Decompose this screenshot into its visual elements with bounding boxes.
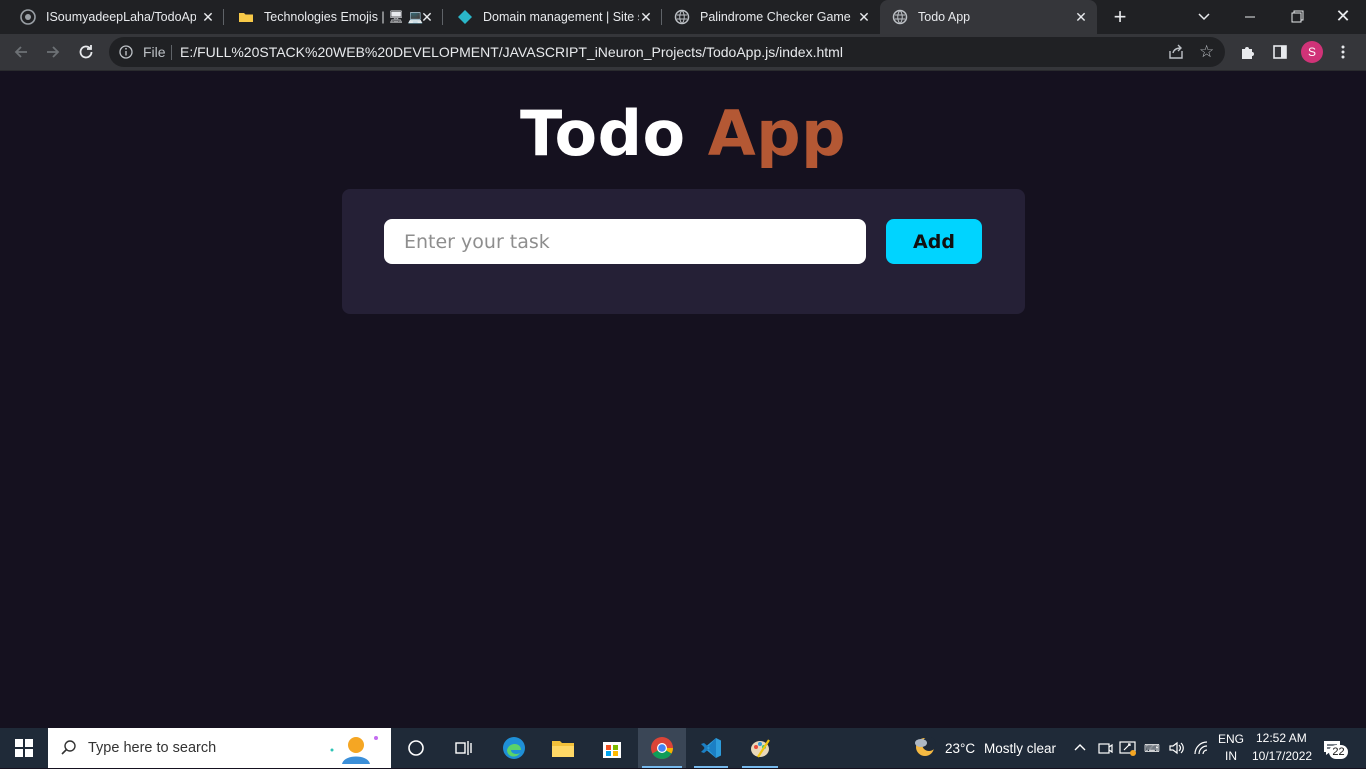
- tab-github[interactable]: ISoumyadeepLaha/TodoApp ✕: [0, 0, 224, 34]
- input-method-icon[interactable]: ⌨: [1143, 739, 1163, 757]
- tab-technologies-emojis[interactable]: Technologies Emojis | 🖥 💻 📱 ✕: [224, 0, 443, 34]
- windows-taskbar: Type here to search 23°C Mostly clear ⌨ …: [0, 728, 1366, 768]
- address-bar[interactable]: File E:/FULL%20STACK%20WEB%20DEVELOPMENT…: [109, 37, 1225, 67]
- tab-title: Palindrome Checker Game: [700, 10, 851, 24]
- info-icon[interactable]: [119, 45, 133, 59]
- tab-palindrome-checker[interactable]: Palindrome Checker Game ✕: [662, 0, 880, 34]
- edge-browser-icon[interactable]: [494, 728, 534, 768]
- weather-condition[interactable]: Mostly clear: [984, 741, 1056, 756]
- weather-temperature[interactable]: 23°C: [945, 741, 975, 756]
- restore-window-icon[interactable]: [1287, 8, 1307, 26]
- profile-avatar[interactable]: S: [1300, 40, 1324, 64]
- folder-icon: [238, 9, 254, 25]
- close-tab-icon[interactable]: ✕: [419, 9, 435, 25]
- tab-title: ISoumyadeepLaha/TodoApp: [46, 10, 196, 24]
- clock-time[interactable]: 12:52 AM: [1256, 731, 1307, 745]
- avatar: S: [1301, 41, 1323, 63]
- tab-title: Todo App: [918, 10, 971, 24]
- task-input[interactable]: [384, 219, 866, 264]
- meet-now-icon[interactable]: [1097, 740, 1113, 756]
- minimize-window-icon[interactable]: [1240, 8, 1260, 26]
- tab-title: Domain management | Site s: [483, 10, 639, 24]
- close-tab-icon[interactable]: ✕: [856, 9, 872, 25]
- back-arrow-icon[interactable]: [9, 40, 33, 64]
- weather-moon-cloud-icon[interactable]: [912, 735, 938, 761]
- browser-toolbar: File E:/FULL%20STACK%20WEB%20DEVELOPMENT…: [0, 34, 1366, 71]
- browser-tab-strip: ISoumyadeepLaha/TodoApp ✕ Technologies E…: [0, 0, 1366, 34]
- close-tab-icon[interactable]: ✕: [200, 9, 216, 25]
- clock-date[interactable]: 10/17/2022: [1252, 749, 1312, 763]
- battery-saver-icon[interactable]: [1119, 739, 1139, 757]
- windows-start-icon[interactable]: [0, 728, 48, 768]
- cortana-icon[interactable]: [396, 728, 436, 768]
- close-tab-icon[interactable]: ✕: [1073, 9, 1089, 25]
- page-title: Todo App: [0, 97, 1366, 170]
- address-divider: [171, 45, 172, 60]
- paint-app-icon[interactable]: [738, 728, 782, 768]
- microsoft-store-icon[interactable]: [592, 728, 632, 768]
- reload-icon[interactable]: [74, 40, 98, 64]
- url-text[interactable]: E:/FULL%20STACK%20WEB%20DEVELOPMENT/JAVA…: [180, 44, 843, 60]
- close-window-icon[interactable]: ✕: [1333, 6, 1353, 26]
- notification-center-icon[interactable]: 22: [1322, 738, 1348, 760]
- vscode-icon[interactable]: [688, 728, 734, 768]
- title-word-todo: Todo: [520, 97, 686, 170]
- globe-icon: [892, 9, 908, 25]
- forward-arrow-icon[interactable]: [41, 40, 65, 64]
- language-line2[interactable]: IN: [1225, 749, 1237, 763]
- todo-card: Add: [342, 189, 1025, 314]
- extensions-puzzle-icon[interactable]: [1236, 40, 1260, 64]
- tab-search-chevron-icon[interactable]: [1195, 9, 1213, 25]
- notification-count-badge: 22: [1329, 745, 1348, 759]
- show-hidden-icons-chevron-icon[interactable]: [1072, 740, 1088, 756]
- bookmark-star-icon[interactable]: ☆: [1199, 43, 1217, 61]
- tab-domain-management[interactable]: Domain management | Site s ✕: [443, 0, 662, 34]
- tab-title: Technologies Emojis | 🖥 💻 📱: [264, 9, 424, 24]
- chrome-icon[interactable]: [638, 728, 686, 768]
- search-highlight-illustration-icon: [326, 732, 382, 764]
- language-line1[interactable]: ENG: [1218, 732, 1244, 746]
- diamond-icon: [457, 9, 473, 25]
- globe-icon: [674, 9, 690, 25]
- taskbar-search-box[interactable]: Type here to search: [48, 728, 391, 768]
- new-tab-button[interactable]: +: [1108, 4, 1132, 29]
- tab-todo-app[interactable]: Todo App ✕: [880, 0, 1097, 34]
- wifi-network-icon[interactable]: [1193, 740, 1211, 756]
- close-tab-icon[interactable]: ✕: [638, 9, 654, 25]
- side-panel-icon[interactable]: [1268, 40, 1292, 64]
- share-icon[interactable]: [1167, 44, 1185, 60]
- scheme-label: File: [143, 44, 166, 60]
- title-word-app: App: [707, 97, 846, 170]
- github-icon: [20, 9, 36, 25]
- task-view-icon[interactable]: [443, 728, 483, 768]
- volume-speaker-icon[interactable]: [1168, 739, 1186, 757]
- svg-text:⌨: ⌨: [1144, 742, 1160, 755]
- search-placeholder: Type here to search: [88, 740, 217, 756]
- browser-menu-icon[interactable]: [1331, 40, 1355, 64]
- search-icon: [60, 739, 78, 757]
- page-content: Todo App Add: [0, 71, 1366, 728]
- add-button[interactable]: Add: [886, 219, 982, 264]
- file-explorer-icon[interactable]: [543, 728, 583, 768]
